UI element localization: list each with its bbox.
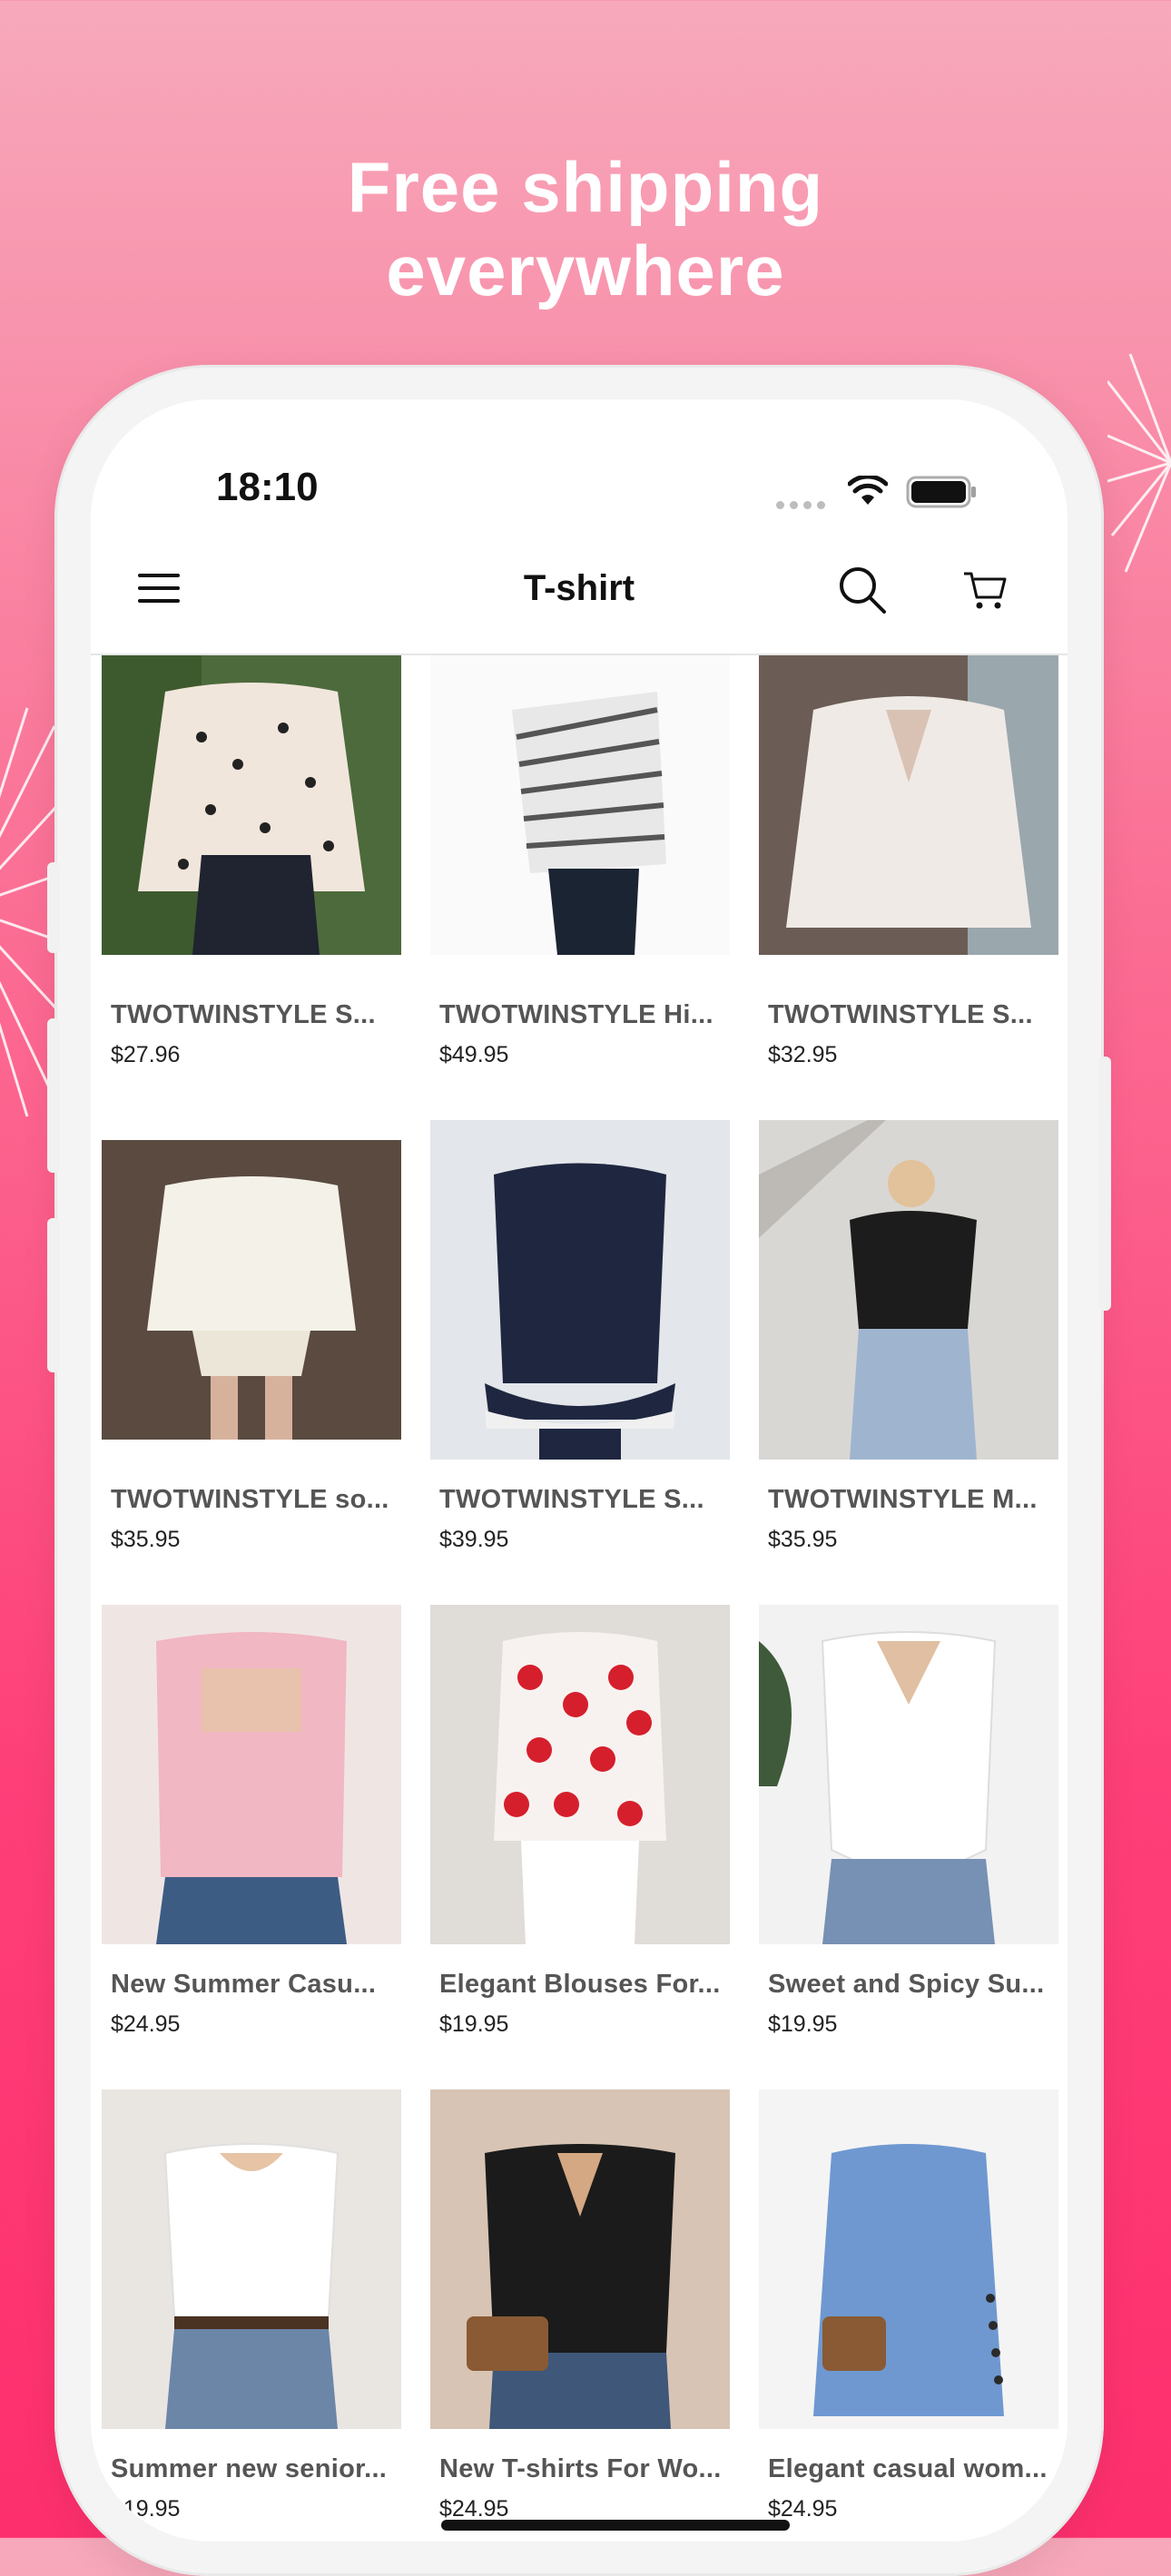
phone-power-button	[1098, 1057, 1111, 1311]
product-name: New T-shirts For Wo...	[439, 2454, 722, 2483]
product-image-heart-print-blouse	[430, 1605, 730, 1944]
product-price: $27.96	[111, 1042, 181, 1067]
product-image-black-hooded-tee	[430, 2089, 730, 2429]
product-price: $24.95	[768, 2496, 838, 2522]
product-image-pink-square-neck-top	[102, 1605, 401, 1944]
product-image-navy-peplum-top	[430, 1120, 730, 1460]
promo-headline: Free shipping everywhere	[0, 145, 1171, 312]
wifi-icon	[848, 476, 888, 505]
top-nav-bar: T-shirt	[91, 526, 1068, 655]
product-name: Sweet and Spicy Su...	[768, 1970, 1045, 1999]
product-name: Elegant Blouses For...	[439, 1970, 721, 1999]
page-title: T-shirt	[523, 568, 635, 608]
product-price: $49.95	[439, 1042, 509, 1067]
promo-line-1: Free shipping	[347, 147, 824, 227]
promo-line-2: everywhere	[386, 231, 785, 310]
product-image-striped-off-shoulder-top	[430, 655, 730, 955]
product-name: TWOTWINSTYLE Hi...	[439, 1000, 713, 1029]
product-image-white-scoop-tee	[102, 2089, 401, 2429]
product-name: Elegant casual wom...	[768, 2454, 1048, 2483]
phone-side-button	[47, 862, 60, 953]
product-name: TWOTWINSTYLE S...	[439, 1485, 704, 1514]
product-price: $24.95	[439, 2496, 509, 2522]
product-image-sheer-ruffle-blouse	[759, 655, 1058, 955]
product-image-white-v-neck-top	[759, 1605, 1058, 1944]
product-price: $35.95	[768, 1527, 838, 1552]
product-price: $19.95	[439, 2011, 509, 2037]
status-time: 18:10	[216, 465, 319, 509]
app-screen: 18:10 T-shirt TWOTWINSTYLE S... $27.96 T…	[91, 399, 1068, 2542]
product-price: $32.95	[768, 1042, 838, 1067]
firework-right-decoration	[1107, 353, 1171, 573]
product-price: $39.95	[439, 1527, 509, 1552]
product-name: TWOTWINSTYLE S...	[111, 1000, 376, 1029]
signal-icon	[776, 501, 825, 509]
product-price: $19.95	[768, 2011, 838, 2037]
phone-volume-up-button	[47, 1018, 60, 1173]
product-name: TWOTWINSTYLE M...	[768, 1485, 1038, 1514]
battery-icon	[906, 476, 976, 508]
search-icon[interactable]	[837, 565, 888, 615]
phone-volume-down-button	[47, 1218, 60, 1372]
home-indicator[interactable]	[441, 2520, 790, 2531]
product-name: TWOTWINSTYLE S...	[768, 1000, 1033, 1029]
product-image-polka-dot-blouse	[102, 655, 401, 955]
product-name: Summer new senior...	[111, 2454, 388, 2483]
product-name: TWOTWINSTYLE so...	[111, 1485, 389, 1514]
product-name: New Summer Casu...	[111, 1970, 377, 1999]
product-price: $19.95	[111, 2496, 181, 2522]
phone-frame: 18:10 T-shirt TWOTWINSTYLE S... $27.96 T…	[47, 365, 1111, 2576]
product-price: $35.95	[111, 1527, 181, 1552]
product-image-cold-shoulder-ruffle-set	[102, 1140, 401, 1440]
product-price: $24.95	[111, 2011, 181, 2037]
product-image-blue-button-tunic	[759, 2089, 1058, 2429]
product-image-black-tee-jeans	[759, 1120, 1058, 1460]
cart-icon[interactable]	[962, 566, 1008, 612]
